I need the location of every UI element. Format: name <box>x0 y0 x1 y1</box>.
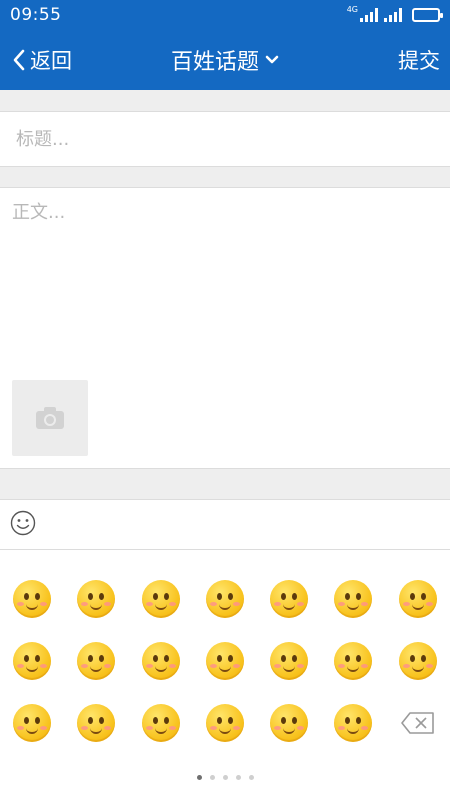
faint-emoji-icon <box>13 704 52 742</box>
chevron-down-icon <box>265 55 279 64</box>
emoji-sick[interactable] <box>129 630 193 692</box>
emoji-laugh-hand[interactable] <box>257 630 321 692</box>
divider-line <box>0 499 450 500</box>
emoji-smirk[interactable] <box>64 568 128 630</box>
ten-t-sign-emoji-icon <box>141 704 180 742</box>
back-label: 返回 <box>30 49 72 73</box>
emoji-yawn[interactable] <box>386 630 450 692</box>
tongue-out-emoji-icon <box>205 642 244 680</box>
shy-kiss-emoji-icon <box>13 580 52 618</box>
add-photo-button[interactable] <box>12 380 88 456</box>
emoji-shocked-sweat[interactable] <box>321 630 385 692</box>
big-laugh-emoji-icon <box>205 704 244 742</box>
thinking-emoji-icon <box>270 580 309 618</box>
emoji-thinking[interactable] <box>257 568 321 630</box>
page-title: 百姓话题 <box>170 50 259 75</box>
page-indicator <box>0 775 450 780</box>
emoji-big-laugh[interactable] <box>193 692 257 754</box>
blush-emoji-icon <box>270 704 309 742</box>
sealed-lips-emoji-icon <box>77 642 116 680</box>
status-bar: 09:55 4G <box>0 0 450 30</box>
cover-face-emoji-icon <box>141 580 180 618</box>
emoji-keyboard <box>0 550 450 800</box>
section-divider <box>0 90 450 112</box>
emoji-wink[interactable] <box>386 568 450 630</box>
wink-emoji-icon <box>398 580 437 618</box>
back-button[interactable]: 返回 <box>12 45 72 75</box>
emoji-cover-face[interactable] <box>129 568 193 630</box>
signal-icon <box>360 8 378 22</box>
page-dot[interactable] <box>209 775 215 780</box>
battery-icon <box>412 8 443 22</box>
submit-button[interactable]: 提交 <box>398 45 440 75</box>
cry-shocked-emoji-icon <box>77 704 116 742</box>
emoji-shy-kiss[interactable] <box>0 568 64 630</box>
emoji-teary[interactable] <box>321 568 385 630</box>
teary-emoji-icon <box>334 580 373 618</box>
angry-emoji-icon <box>13 642 52 680</box>
navigation-bar: 返回 百姓话题 提交 <box>0 30 450 90</box>
emoji-blush[interactable] <box>257 692 321 754</box>
shocked-sweat-emoji-icon <box>334 642 373 680</box>
awkward-sweat-emoji-icon <box>334 704 373 742</box>
body-input[interactable] <box>0 188 450 368</box>
laugh-hand-emoji-icon <box>270 642 309 680</box>
emoji-awkward-sweat[interactable] <box>321 692 385 754</box>
status-time: 09:55 <box>10 5 62 25</box>
smiley-icon[interactable] <box>10 510 36 536</box>
page-dot[interactable] <box>222 775 228 780</box>
page-dot[interactable] <box>248 775 254 780</box>
page-dot[interactable] <box>196 775 202 780</box>
emoji-tongue-out[interactable] <box>193 630 257 692</box>
category-selector[interactable]: 百姓话题 <box>171 44 279 76</box>
emoji-grid <box>0 568 450 754</box>
emoji-sealed-lips[interactable] <box>64 630 128 692</box>
emoji-cry-shocked[interactable] <box>64 692 128 754</box>
network-type: 4G <box>346 4 358 14</box>
emoji-angry[interactable] <box>0 630 64 692</box>
sick-emoji-icon <box>141 642 180 680</box>
delete-button[interactable] <box>386 692 450 754</box>
emoji-faint[interactable] <box>0 692 64 754</box>
yawn-emoji-icon <box>398 642 437 680</box>
section-divider <box>0 469 450 499</box>
emoji-doubt[interactable] <box>193 568 257 630</box>
page-dot[interactable] <box>235 775 241 780</box>
smirk-emoji-icon <box>77 580 116 618</box>
backspace-icon <box>400 712 434 734</box>
doubt-emoji-icon <box>205 580 244 618</box>
section-divider <box>0 167 450 187</box>
status-indicators: 4G <box>346 4 443 22</box>
chevron-left-icon <box>13 49 25 71</box>
title-input[interactable] <box>0 112 450 166</box>
emoji-ten-t-sign[interactable] <box>129 692 193 754</box>
camera-icon <box>36 407 64 429</box>
signal-icon-2 <box>384 8 402 22</box>
